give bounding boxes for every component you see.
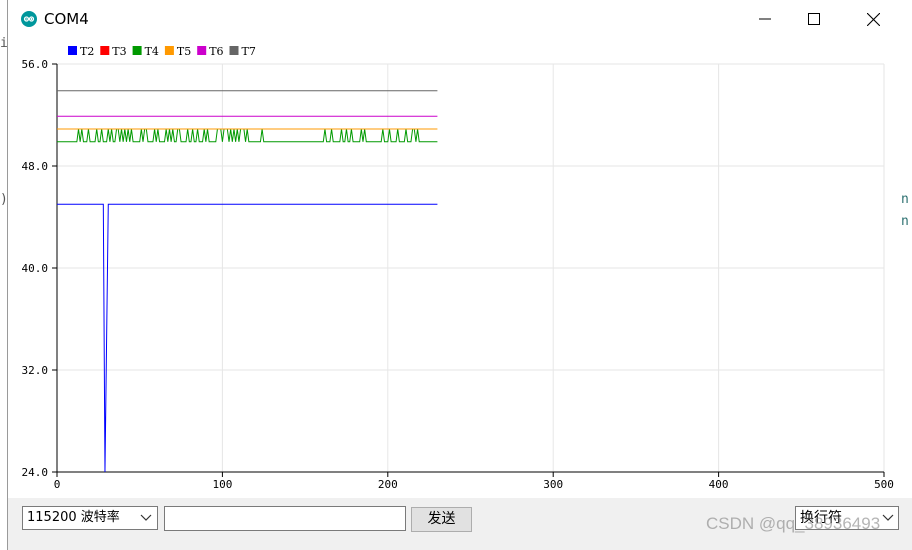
- legend-swatch-t3: [100, 46, 110, 55]
- bottom-toolbar: 115200 波特率 发送 换行符 CSDN @qq_38936493: [8, 498, 912, 550]
- serial-plotter-window: COM4 24.0 32.0 40.0 48.0 56.0 0 100 200 300 400 50…: [7, 0, 912, 550]
- maximize-button[interactable]: [791, 4, 837, 34]
- window-title: COM4: [44, 10, 89, 28]
- y-tick-label: 32.0: [22, 364, 49, 377]
- chevron-down-icon: [140, 514, 152, 521]
- watermark: CSDN @qq_38936493: [706, 514, 881, 533]
- chevron-down-icon: [882, 514, 894, 521]
- x-tick-label: 100: [212, 478, 232, 491]
- plot-area: 24.0 32.0 40.0 48.0 56.0 0 100 200 300 400 500 T2 T3…: [8, 38, 912, 498]
- series-line-t4: [57, 128, 438, 143]
- minimize-button[interactable]: [742, 4, 788, 34]
- title-bar: COM4: [8, 0, 912, 38]
- baud-rate-select[interactable]: 115200 波特率: [22, 506, 158, 530]
- baud-rate-value: 115200 波特率: [27, 510, 120, 525]
- x-tick-label: 200: [378, 478, 398, 491]
- legend-swatch-t2: [68, 46, 77, 55]
- send-button[interactable]: 发送: [411, 507, 472, 532]
- send-input[interactable]: [164, 506, 406, 531]
- background-text: n: [901, 214, 909, 229]
- y-tick-label: 40.0: [22, 262, 49, 275]
- legend-label-t3: T3: [112, 45, 126, 58]
- legend-label-t5: T5: [177, 45, 191, 58]
- legend-swatch-t5: [164, 46, 174, 55]
- y-tick-label: 24.0: [22, 466, 49, 479]
- series-line-t2: [57, 203, 438, 473]
- x-tick-label: 300: [543, 478, 563, 491]
- x-tick-label: 500: [874, 478, 894, 491]
- y-tick-label: 56.0: [22, 58, 49, 71]
- legend-label-t2: T2: [80, 45, 94, 58]
- legend-swatch-t4: [132, 46, 142, 55]
- x-tick-label: 0: [54, 478, 61, 491]
- background-text: n: [901, 192, 909, 207]
- close-icon: [866, 12, 880, 26]
- legend-label-t7: T7: [242, 45, 256, 58]
- arduino-icon: [21, 11, 37, 27]
- legend-swatch-t7: [229, 46, 239, 55]
- close-button[interactable]: [850, 4, 896, 34]
- x-tick-label: 400: [709, 478, 729, 491]
- legend-label-t4: T4: [145, 45, 159, 58]
- minimize-icon: [759, 18, 771, 20]
- legend-label-t6: T6: [209, 45, 223, 58]
- maximize-icon: [808, 13, 820, 25]
- serial-plot: 24.0 32.0 40.0 48.0 56.0 0 100 200 300 400 500 T2 T3…: [22, 45, 894, 491]
- y-tick-label: 48.0: [22, 160, 49, 173]
- legend-swatch-t6: [197, 46, 207, 55]
